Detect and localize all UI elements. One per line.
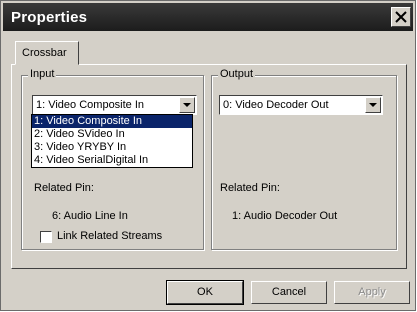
link-related-streams-label[interactable]: Link Related Streams — [57, 230, 162, 242]
output-related-pin-value: 1: Audio Decoder Out — [232, 210, 338, 222]
output-select-value: 0: Video Decoder Out — [223, 99, 329, 111]
input-option[interactable]: 2: Video SVideo In — [32, 128, 192, 141]
input-dropdown-list[interactable]: 1: Video Composite In 2: Video SVideo In… — [31, 114, 193, 168]
input-option[interactable]: 4: Video SerialDigital In — [32, 154, 192, 167]
input-select[interactable]: 1: Video Composite In — [32, 95, 197, 115]
close-icon — [395, 11, 407, 23]
close-button[interactable] — [391, 7, 411, 27]
link-related-streams-checkbox[interactable] — [40, 231, 52, 243]
input-group-label: Input — [28, 68, 57, 80]
apply-button[interactable]: Apply — [334, 281, 410, 304]
tab-crossbar-label: Crossbar — [22, 47, 67, 59]
input-related-pin-label: Related Pin: — [34, 182, 94, 194]
window-title: Properties — [11, 9, 88, 26]
properties-dialog: Properties Crossbar Input 1: Video Compo… — [0, 0, 416, 311]
tab-crossbar[interactable]: Crossbar — [15, 41, 79, 65]
output-select[interactable]: 0: Video Decoder Out — [219, 95, 383, 115]
output-related-pin-label: Related Pin: — [220, 182, 280, 194]
ok-button[interactable]: OK — [166, 280, 244, 305]
input-select-value: 1: Video Composite In — [36, 99, 145, 111]
output-select-dropdown-button[interactable] — [365, 97, 381, 113]
input-option[interactable]: 3: Video YRYBY In — [32, 141, 192, 154]
output-group-label: Output — [218, 68, 256, 80]
cancel-button[interactable]: Cancel — [251, 281, 327, 304]
input-select-dropdown-button[interactable] — [179, 97, 195, 113]
chevron-down-icon — [369, 103, 377, 107]
input-option[interactable]: 1: Video Composite In — [32, 115, 192, 128]
chevron-down-icon — [183, 103, 191, 107]
title-bar[interactable]: Properties — [3, 3, 413, 31]
input-related-pin-value: 6: Audio Line In — [52, 210, 128, 222]
